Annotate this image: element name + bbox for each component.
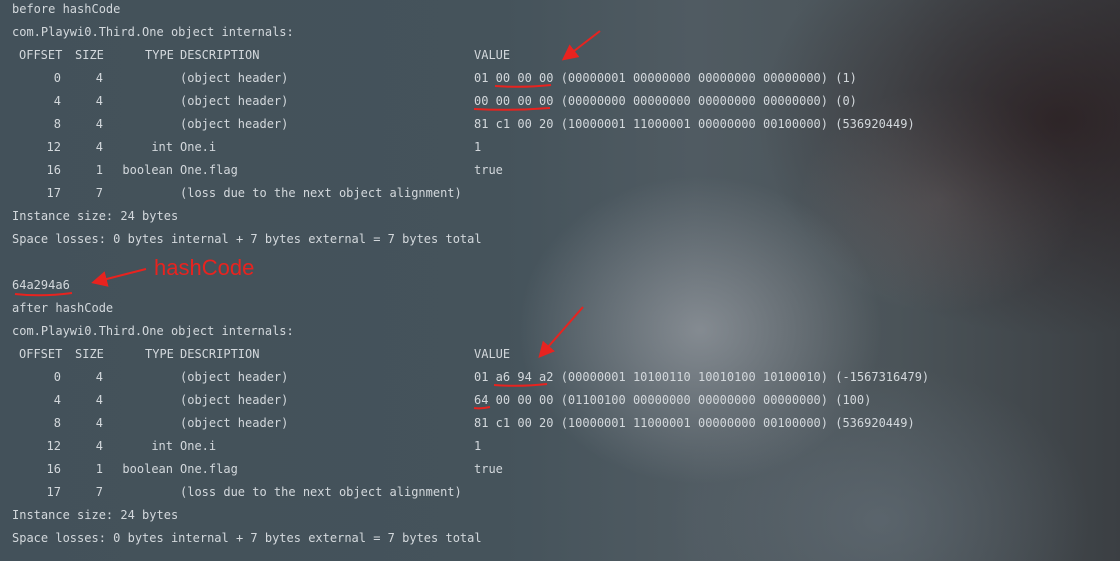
arrow-icon [561,30,601,61]
underline-mark [473,107,551,111]
underline-mark [493,383,548,387]
arrow-icon [91,268,147,287]
underline-mark [14,292,73,297]
underline-mark [473,406,491,410]
arrow-icon [538,306,584,359]
annotation-layer [14,30,601,410]
underline-mark [494,84,552,88]
